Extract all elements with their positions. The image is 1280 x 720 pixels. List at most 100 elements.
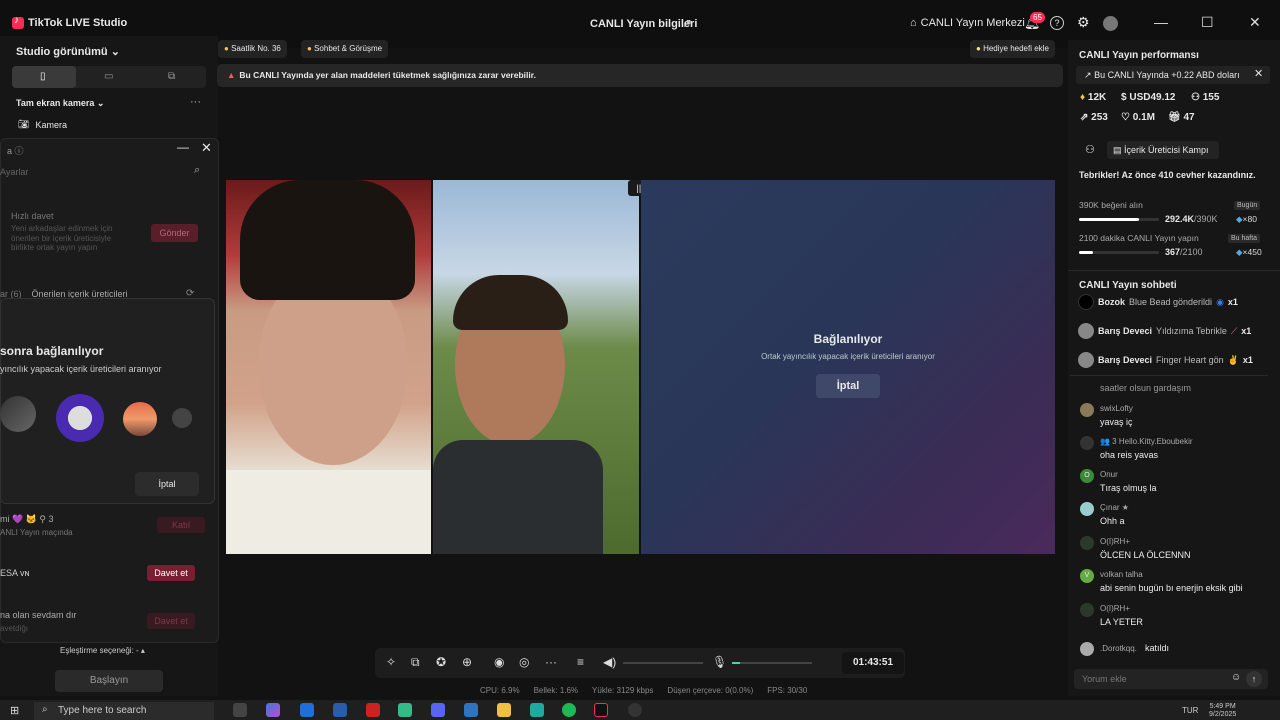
layout-icon[interactable]: ⧉ [411,655,420,670]
effects-icon[interactable]: ✪ [436,655,446,669]
creator-camp-button[interactable]: ▤ İçerik Üreticisi Kampı [1107,141,1219,159]
chat-meet-chip[interactable]: ● Sohbet & Görüşme [301,40,389,58]
host-shirt [226,470,431,554]
search-input[interactable] [0,160,214,184]
camera-icon: 📷︎ [18,119,30,129]
scene-dropdown[interactable]: Tam ekran kamera ⌄ [16,98,104,109]
clock[interactable]: 5:49 PM 9/2/2025 [1209,703,1236,720]
record-icon[interactable]: ◉ [494,655,504,669]
send-icon[interactable]: ↑ [1246,671,1262,687]
send-button[interactable]: Gönder [151,224,198,242]
minimize-icon[interactable]: — [1154,14,1168,30]
cancel-button[interactable]: İptal [816,374,880,398]
gift-goal-chip[interactable]: ● Hediye hedefi ekle [970,40,1055,58]
camera-switch-icon[interactable]: ◎ [519,655,529,669]
match-option-dropdown[interactable]: Eşleştirme seçeneği: - ▴ [60,646,145,655]
usd-value: USD49.12 [1129,92,1176,103]
chat-title: CANLI Yayın sohbeti [1079,280,1177,291]
connecting-subtitle: yıncılık yapacak içerik üreticileri aran… [0,364,162,374]
mic-slider[interactable] [732,662,812,664]
gift-user: Bozok [1098,297,1125,307]
studio-view-dropdown[interactable]: Studio görünümü ⌄ [16,45,120,58]
warning-banner: ▲ Bu CANLI Yayında yer alan maddeleri tük… [217,64,1063,87]
gift-count: x1 [1227,297,1238,307]
dual-icon[interactable]: ⧉ [168,71,175,82]
settings-sliders-icon[interactable]: ≡ [577,655,584,669]
diamond-icon: ♦ [1080,92,1086,103]
clock-time: 5:49 PM [1209,703,1236,710]
add-source-icon[interactable]: ⊕ [462,655,472,669]
chat-user: swixLofty [1100,404,1133,413]
likes-value: 0.1M [1132,112,1155,123]
chat-user: Onur [1100,470,1118,479]
creator-camp-label: İçerik Üreticisi Kampı [1124,145,1209,155]
close-icon[interactable]: ✕ [1249,14,1261,31]
invite-button[interactable]: Davet et [147,565,195,581]
spotify-icon[interactable] [562,703,576,717]
goal-target: /2100 [1180,247,1203,257]
tiktok-logo-icon [12,15,24,29]
app-icon[interactable] [464,703,478,717]
shares-value: 253 [1091,112,1108,123]
chat-user: O(I)RH+ [1100,537,1130,546]
avatar [1078,294,1094,310]
mail-icon[interactable] [333,703,347,717]
source-camera[interactable]: 📷︎ Kamera [18,119,67,130]
close-icon[interactable]: ✕ [1254,67,1263,80]
help-icon[interactable]: ? [1050,16,1064,30]
shares-stat: ⇗ 253 [1080,112,1108,123]
avatar [1080,603,1094,617]
gear-icon[interactable]: ⚙ [1077,14,1090,31]
hourly-rank-chip[interactable]: ● Saatlik No. 36 [218,40,287,58]
taskbar-search[interactable]: Type here to search [34,702,214,720]
start-button[interactable]: Başlayın [55,670,163,692]
avatar [0,396,36,432]
avatar: V [1080,569,1094,583]
edge-icon[interactable] [530,703,544,717]
cancel-button[interactable]: İptal [135,472,199,496]
goal-reward: ◆×450 [1236,247,1262,258]
maximize-icon[interactable]: ☐ [1201,14,1214,31]
creator-name: na olan sevdam dır [0,610,77,620]
emoji-icon[interactable]: ☺ [1231,672,1241,683]
more-icon[interactable]: ··· [545,655,557,669]
help-icon[interactable]: a ⓘ [7,144,24,157]
creator-name: mi 💜 🐱 ⚲ 3 [0,514,54,524]
volume-slider[interactable] [623,662,703,664]
join-button[interactable]: Katıl [157,517,205,533]
tiktok-icon[interactable] [594,703,608,717]
task-view-icon[interactable] [233,703,247,717]
app-icon[interactable] [398,703,412,717]
store-icon[interactable] [300,703,314,717]
app-icon[interactable] [366,703,380,717]
landscape-icon[interactable]: ▭ [104,71,113,82]
gift-text: Blue Bead gönderildi [1129,297,1213,307]
creator-name: ESA ᴠɴ [0,568,30,578]
magic-icon[interactable]: ✧ [386,655,396,669]
avatar [56,394,104,442]
minimize-icon[interactable]: — [177,140,189,154]
mic-icon[interactable]: 🎙︎ [712,655,727,669]
language-indicator[interactable]: TUR [1182,706,1198,715]
invite-button[interactable]: Davet et [147,613,195,629]
quick-invite-title: Hızlı davet [11,211,54,221]
more-icon[interactable]: ··· [190,96,201,108]
search-icon[interactable]: ⌕ [194,164,200,177]
avatar [1080,502,1094,516]
close-icon[interactable]: ✕ [201,140,212,156]
share-icon: ⇗ [1080,112,1089,123]
people-icon[interactable]: ⚇ [1085,143,1095,156]
followers-value: 155 [1202,92,1220,103]
app-icon[interactable] [628,703,642,717]
folder-icon[interactable] [497,703,511,717]
chat-icon: ● [307,44,312,53]
live-center-button[interactable]: ⌂ CANLI Yayın Merkezi [910,17,1025,29]
windows-start-icon[interactable]: ⊞ [10,704,19,717]
discord-icon[interactable] [431,703,445,717]
volume-icon[interactable]: ◀) [603,655,616,669]
followers-stat: ⚇ 155 [1191,92,1219,103]
share-icon[interactable]: ↗ [682,16,692,30]
avatar[interactable] [1103,16,1118,31]
avatar [1078,323,1094,339]
app-icon[interactable] [266,703,280,717]
